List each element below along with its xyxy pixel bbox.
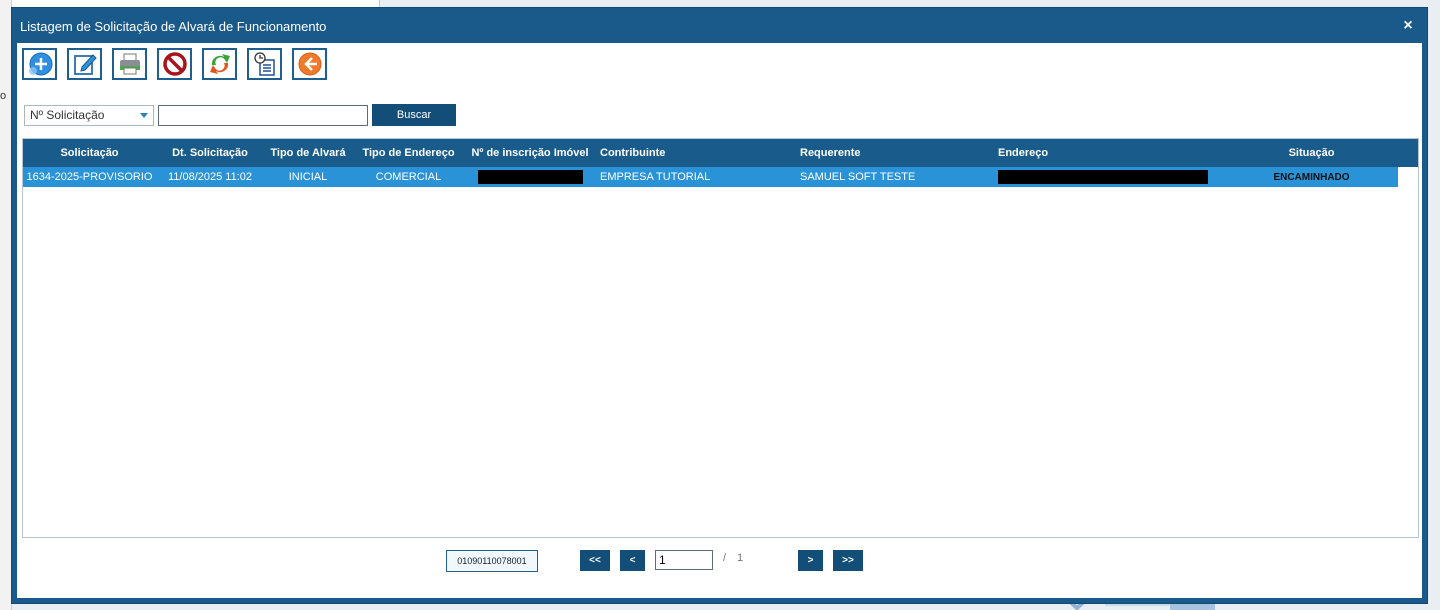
page-separator: / bbox=[723, 552, 727, 564]
cell-tipo-alvara: INICIAL bbox=[288, 171, 328, 183]
search-input[interactable] bbox=[158, 104, 368, 126]
page-number-input[interactable] bbox=[655, 550, 713, 570]
column-header-contribuinte[interactable]: Contribuinte bbox=[595, 147, 795, 159]
filter-select[interactable]: Nº Solicitação bbox=[24, 104, 154, 126]
back-button[interactable] bbox=[292, 48, 327, 80]
add-button[interactable] bbox=[22, 48, 57, 80]
table-header: Solicitação Dt. Solicitação Tipo de Alva… bbox=[23, 139, 1418, 167]
cell-inscricao-imovel bbox=[465, 170, 595, 184]
redacted-block bbox=[998, 170, 1208, 184]
search-row: Nº Solicitação Buscar bbox=[24, 104, 456, 126]
cell-solicitacao: 1634-2025-PROVISORIO bbox=[26, 171, 153, 183]
modal-window: Listagem de Solicitação de Alvará de Fun… bbox=[11, 7, 1428, 604]
last-page-button[interactable]: >> bbox=[833, 550, 863, 571]
column-header-inscricao-imovel[interactable]: Nº de inscrição Imóvel bbox=[465, 147, 595, 159]
print-button[interactable] bbox=[112, 48, 147, 80]
cancel-icon bbox=[162, 52, 187, 76]
modal-body: Nº Solicitação Buscar Solicitação Dt. So… bbox=[17, 43, 1422, 598]
search-button[interactable]: Buscar bbox=[372, 104, 456, 126]
redacted-block bbox=[477, 170, 583, 184]
total-pages: 1 bbox=[737, 552, 744, 564]
modal-header: Listagem de Solicitação de Alvará de Fun… bbox=[12, 8, 1427, 44]
status-badge: ENCAMINHADO bbox=[1273, 172, 1350, 183]
add-icon bbox=[28, 52, 52, 76]
column-header-situacao[interactable]: Situação bbox=[1225, 147, 1398, 159]
cell-endereco bbox=[995, 170, 1225, 184]
toolbar bbox=[22, 48, 327, 80]
record-code: 01090110078001 bbox=[446, 550, 538, 572]
column-header-tipo-alvara[interactable]: Tipo de Alvará bbox=[264, 147, 352, 159]
column-header-endereco[interactable]: Endereço bbox=[995, 147, 1225, 159]
column-header-requerente[interactable]: Requerente bbox=[795, 147, 995, 159]
cell-tipo-endereco: COMERCIAL bbox=[375, 171, 442, 183]
prev-page-button[interactable]: < bbox=[620, 550, 645, 571]
close-icon[interactable]: × bbox=[1399, 17, 1417, 35]
cell-dt-solicitacao: 11/08/2025 11:02 bbox=[167, 171, 252, 183]
first-page-button[interactable]: << bbox=[580, 550, 610, 571]
results-table: Solicitação Dt. Solicitação Tipo de Alva… bbox=[22, 138, 1419, 538]
cell-situacao: ENCAMINHADO bbox=[1225, 171, 1398, 183]
print-icon bbox=[119, 53, 140, 75]
edit-icon bbox=[73, 54, 97, 75]
cell-contribuinte: EMPRESA TUTORIAL bbox=[600, 171, 711, 183]
refresh-button[interactable] bbox=[202, 48, 237, 80]
column-header-solicitacao[interactable]: Solicitação bbox=[23, 147, 156, 159]
history-icon bbox=[253, 52, 275, 76]
table-row[interactable]: 1634-2025-PROVISORIO 11/08/2025 11:02 IN… bbox=[23, 167, 1398, 187]
modal-title: Listagem de Solicitação de Alvará de Fun… bbox=[20, 18, 327, 34]
filter-select-value: Nº Solicitação bbox=[30, 108, 105, 122]
column-header-dt-solicitacao[interactable]: Dt. Solicitação bbox=[156, 147, 264, 159]
history-button[interactable] bbox=[247, 48, 282, 80]
background-text: o bbox=[0, 90, 7, 102]
next-page-button[interactable]: > bbox=[798, 550, 823, 571]
cell-requerente: SAMUEL SOFT TESTE bbox=[800, 171, 916, 183]
edit-button[interactable] bbox=[67, 48, 102, 80]
cancel-button[interactable] bbox=[157, 48, 192, 80]
column-header-tipo-endereco[interactable]: Tipo de Endereço bbox=[352, 147, 465, 159]
refresh-icon bbox=[209, 54, 230, 74]
pagination: 01090110078001 << < / 1 > >> bbox=[17, 543, 1422, 572]
back-icon bbox=[298, 52, 321, 76]
chevron-down-icon bbox=[140, 112, 148, 118]
